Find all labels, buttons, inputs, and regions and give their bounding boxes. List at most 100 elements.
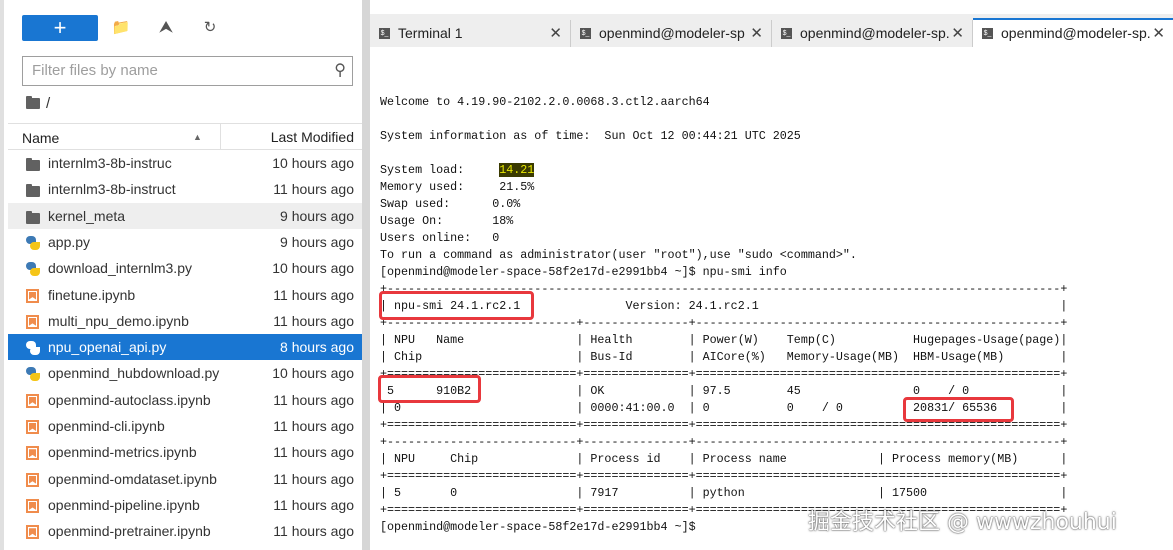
breadcrumb-root: / — [46, 95, 51, 112]
terminal-area: $_ Terminal 1 ✕ $_ openmind@modeler-sp ✕ $_ ope… — [370, 6, 1173, 550]
highlight-box-hbm — [903, 397, 1014, 422]
terminal-icon: $_ — [982, 28, 993, 39]
python-file-icon — [26, 341, 40, 356]
file-name: npu_openai_api.py — [48, 339, 167, 356]
file-row[interactable]: openmind-autoclass.ipynb 11 hours ago — [8, 387, 362, 413]
column-last-modified[interactable]: Last Modified — [220, 124, 362, 149]
file-name: openmind-pipeline.ipynb — [48, 496, 200, 513]
file-name: app.py — [48, 233, 91, 250]
file-modified: 11 hours ago — [273, 496, 354, 513]
npu-smi-table-line: | Chip | Bus-Id | AICore(%) Memory-Usage… — [380, 350, 1068, 364]
file-row[interactable]: openmind-pipeline.ipynb 11 hours ago — [8, 492, 362, 518]
filter-placeholder: Filter files by name — [32, 62, 158, 79]
file-name: openmind-pretrainer.ipynb — [48, 523, 211, 540]
file-row[interactable]: internlm3-8b-instruc 10 hours ago — [8, 150, 362, 176]
file-row[interactable]: openmind-metrics.ipynb 11 hours ago — [8, 439, 362, 465]
load-line: System load: 14.21 — [380, 162, 1067, 179]
admin-line: To run a command as administrator(user "… — [380, 248, 857, 262]
npu-smi-table-line: | NPU Chip | Process id | Process name |… — [380, 452, 1068, 466]
close-icon[interactable]: ✕ — [951, 24, 964, 42]
npu-smi-table-line: +---------------------------+-----------… — [380, 435, 1068, 449]
tab-terminal[interactable]: $_ openmind@modeler-sp. ✕ — [772, 20, 973, 47]
tab-label: openmind@modeler-sp — [599, 25, 745, 41]
tab-terminal[interactable]: $_ openmind@modeler-sp. ✕ — [973, 18, 1173, 48]
highlight-box-version — [379, 291, 534, 320]
file-row[interactable]: npu_openai_api.py 8 hours ago — [8, 334, 362, 361]
breadcrumb[interactable]: / — [26, 95, 50, 112]
folder-icon — [26, 184, 40, 198]
tab-label: openmind@modeler-sp. — [1001, 25, 1151, 41]
file-row[interactable]: app.py 9 hours ago — [8, 229, 362, 255]
stat-line: Usage On: 18% — [380, 214, 514, 228]
file-name: multi_npu_demo.ipynb — [48, 312, 189, 329]
folder-icon — [26, 96, 40, 109]
file-row[interactable]: openmind-omdataset.ipynb 11 hours ago — [8, 466, 362, 492]
python-file-icon — [26, 262, 40, 277]
watermark: 掘金技术社区 @ wwwzhouhui — [808, 510, 1117, 535]
file-modified: 10 hours ago — [272, 260, 354, 277]
search-icon: ⚲ — [334, 62, 346, 79]
file-name: internlm3-8b-instruct — [48, 181, 176, 198]
file-row[interactable]: openmind-pretrainer.ipynb 11 hours ago — [8, 518, 362, 544]
file-row[interactable]: openmind-cli.ipynb 11 hours ago — [8, 413, 362, 439]
terminal-icon: $_ — [379, 28, 390, 39]
file-browser: + 📁 ⮝ ↻ Filter files by name ⚲ / Name ▲ L… — [0, 0, 362, 550]
file-name: openmind-autoclass.ipynb — [48, 391, 211, 408]
file-modified: 9 hours ago — [280, 233, 354, 250]
file-modified: 10 hours ago — [272, 365, 354, 382]
file-row[interactable]: download_internlm3.py 10 hours ago — [8, 255, 362, 281]
file-row[interactable]: kernel_meta 9 hours ago — [8, 202, 362, 229]
file-name: openmind-omdataset.ipynb — [48, 470, 217, 487]
file-name: internlm3-8b-instruc — [48, 155, 172, 171]
file-row[interactable]: multi_npu_demo.ipynb 11 hours ago — [8, 308, 362, 334]
notebook-icon — [26, 498, 39, 513]
file-list-header: Name ▲ Last Modified — [8, 123, 362, 150]
file-modified: 11 hours ago — [273, 391, 354, 408]
file-modified: 11 hours ago — [273, 523, 354, 540]
file-name: download_internlm3.py — [48, 260, 192, 277]
highlight-box-npu — [378, 375, 481, 403]
stat-line: Swap used: 0.0% — [380, 197, 521, 211]
file-modified: 10 hours ago — [272, 155, 354, 171]
file-name: finetune.ipynb — [48, 286, 136, 303]
sysinfo-line: System information as of time: Sun Oct 1… — [380, 129, 801, 143]
file-modified: 9 hours ago — [280, 207, 354, 224]
tab-terminal[interactable]: $_ openmind@modeler-sp ✕ — [571, 20, 772, 47]
close-icon[interactable]: ✕ — [549, 24, 562, 42]
tab-label: Terminal 1 — [398, 25, 463, 41]
python-file-icon — [26, 235, 40, 250]
file-modified: 11 hours ago — [273, 444, 354, 461]
file-name: openmind-cli.ipynb — [48, 418, 165, 434]
notebook-icon — [26, 314, 39, 329]
file-row[interactable]: finetune.ipynb 11 hours ago — [8, 282, 362, 308]
tab-terminal[interactable]: $_ Terminal 1 ✕ — [370, 20, 571, 47]
python-file-icon — [26, 367, 40, 382]
file-name: openmind-metrics.ipynb — [48, 444, 197, 461]
file-modified: 8 hours ago — [280, 339, 354, 356]
folder-icon — [26, 210, 40, 224]
close-icon[interactable]: ✕ — [750, 24, 763, 42]
new-launcher-button[interactable]: + — [22, 15, 98, 41]
file-row[interactable]: internlm3-8b-instruct 11 hours ago — [8, 176, 362, 202]
file-modified: 11 hours ago — [273, 470, 354, 487]
folder-icon — [26, 158, 40, 171]
new-folder-icon[interactable]: 📁 — [111, 18, 131, 38]
notebook-icon — [26, 420, 39, 434]
file-row[interactable]: openmind_hubdownload.py 10 hours ago — [8, 360, 362, 386]
tab-bar: $_ Terminal 1 ✕ $_ openmind@modeler-sp ✕ $_ ope… — [370, 14, 1173, 48]
npu-smi-table-line: | 5 0 | 7917 | python | 17500 | — [380, 486, 1068, 500]
close-icon[interactable]: ✕ — [1152, 24, 1165, 42]
upload-icon[interactable]: ⮝ — [156, 18, 176, 38]
sort-asc-icon: ▲ — [193, 132, 202, 142]
notebook-icon — [26, 393, 39, 408]
load-label: System load: — [380, 163, 500, 177]
npu-smi-table-line: +===========================+===========… — [380, 469, 1068, 483]
command-line: [openmind@modeler-space-58f2e17d-e2991bb… — [380, 265, 787, 279]
refresh-icon[interactable]: ↻ — [200, 18, 220, 38]
file-modified: 11 hours ago — [273, 181, 354, 198]
panel-divider[interactable] — [362, 0, 370, 550]
npu-smi-table-line: | NPU Name | Health | Power(W) Temp(C) H… — [380, 333, 1068, 347]
load-value: 14.21 — [499, 163, 535, 177]
filter-input[interactable]: Filter files by name ⚲ — [22, 56, 353, 86]
column-name[interactable]: Name — [22, 130, 59, 146]
